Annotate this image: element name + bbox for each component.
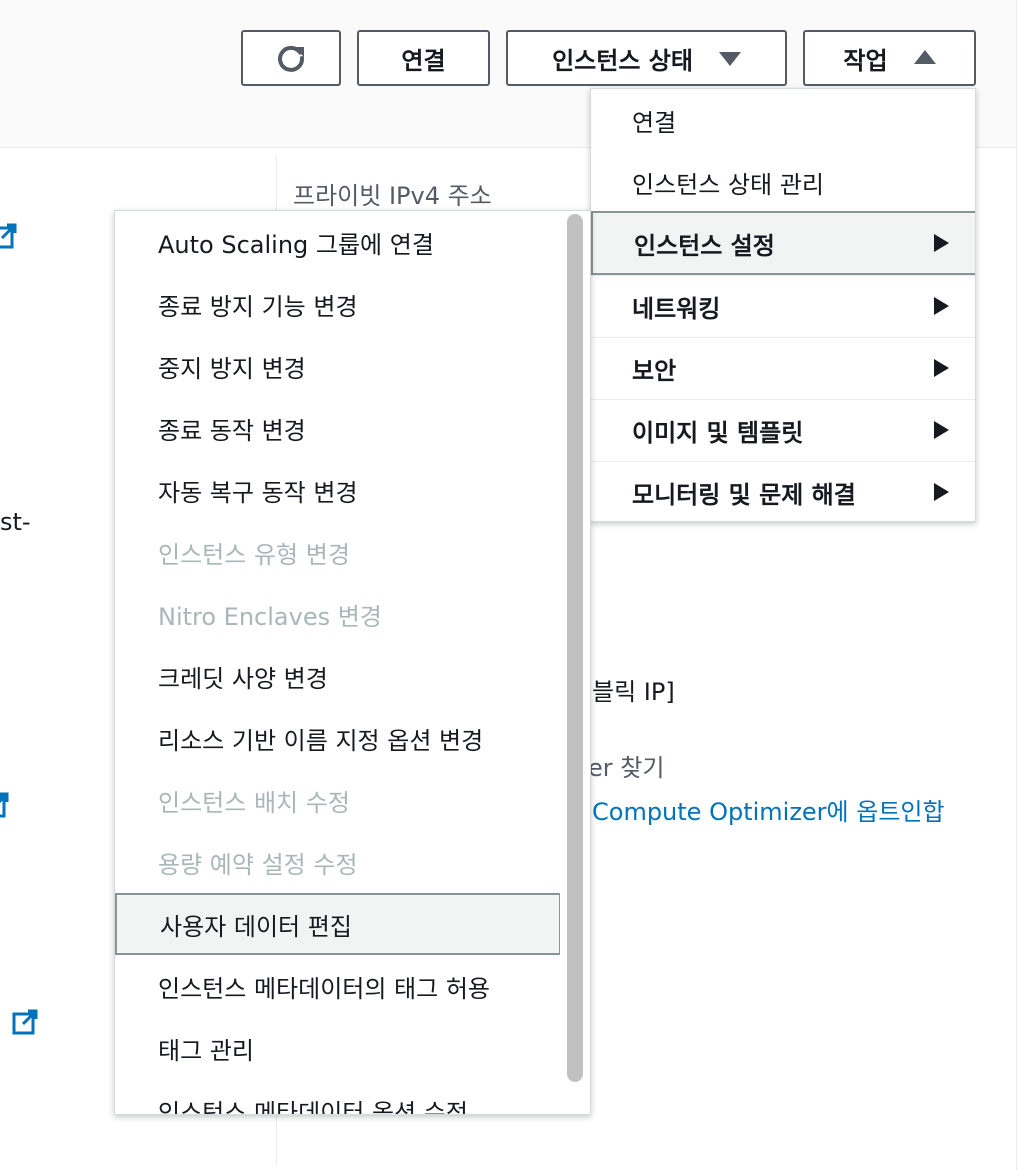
submenu-item-capacity-reservation: 용량 예약 설정 수정 bbox=[115, 831, 561, 893]
menu-item-label: 이미지 및 템플릿 bbox=[632, 419, 804, 447]
menu-item-label: 네트워킹 bbox=[632, 295, 721, 323]
submenu-scrollbar-thumb[interactable] bbox=[567, 214, 583, 1082]
right-panel-edge bbox=[1016, 0, 1028, 1170]
chevron-right-icon bbox=[934, 234, 949, 252]
submenu-item-label: 인스턴스 메타데이터 옵션 수정 bbox=[158, 1098, 468, 1115]
submenu-item-label: Auto Scaling 그룹에 연결 bbox=[158, 230, 434, 259]
caret-up-icon bbox=[913, 50, 936, 64]
submenu-item-metadata-options[interactable]: 인스턴스 메타데이터 옵션 수정 bbox=[115, 1079, 561, 1115]
menu-item-label: 연결 bbox=[632, 108, 677, 137]
submenu-item-attach-auto-scaling[interactable]: Auto Scaling 그룹에 연결 bbox=[115, 211, 561, 273]
menu-item-images-templates[interactable]: 이미지 및 템플릿 bbox=[591, 399, 975, 461]
submenu-item-stop-protection[interactable]: 중지 방지 변경 bbox=[115, 335, 561, 397]
submenu-item-label: 태그 관리 bbox=[158, 1036, 254, 1065]
chevron-right-icon bbox=[934, 483, 949, 501]
submenu-item-label: 인스턴스 유형 변경 bbox=[158, 540, 350, 569]
submenu-item-label: 종료 동작 변경 bbox=[158, 416, 306, 445]
submenu-item-shutdown-behavior[interactable]: 종료 동작 변경 bbox=[115, 397, 561, 459]
submenu-item-change-instance-type: 인스턴스 유형 변경 bbox=[115, 521, 561, 583]
submenu-item-label: 크레딧 사양 변경 bbox=[158, 664, 328, 693]
menu-item-connect[interactable]: 연결 bbox=[591, 89, 975, 151]
actions-menu: 연결 인스턴스 상태 관리 인스턴스 설정 네트워킹 보안 이미지 및 템플릿 … bbox=[590, 88, 976, 522]
submenu-item-credit-specification[interactable]: 크레딧 사양 변경 bbox=[115, 645, 561, 707]
submenu-item-label: 종료 방지 기능 변경 bbox=[158, 292, 358, 321]
external-link-icon[interactable] bbox=[0, 222, 18, 250]
connect-button-label: 연결 bbox=[401, 46, 446, 75]
submenu-item-auto-recovery[interactable]: 자동 복구 동작 변경 bbox=[115, 459, 561, 521]
menu-item-monitor-troubleshoot[interactable]: 모니터링 및 문제 해결 bbox=[591, 461, 975, 521]
submenu-item-label: 용량 예약 설정 수정 bbox=[158, 850, 358, 879]
compute-optimizer-link[interactable]: Compute Optimizer에 옵트인합 bbox=[592, 792, 945, 827]
submenu-item-resource-naming[interactable]: 리소스 기반 이름 지정 옵션 변경 bbox=[115, 707, 561, 769]
submenu-item-label: 사용자 데이터 편집 bbox=[160, 912, 352, 941]
submenu-item-edit-user-data[interactable]: 사용자 데이터 편집 bbox=[115, 893, 561, 955]
chevron-right-icon bbox=[934, 297, 949, 315]
submenu-item-metadata-tags[interactable]: 인스턴스 메타데이터의 태그 허용 bbox=[115, 955, 561, 1017]
menu-item-label: 보안 bbox=[632, 357, 677, 385]
submenu-item-label: 인스턴스 메타데이터의 태그 허용 bbox=[158, 974, 491, 1003]
menu-item-networking[interactable]: 네트워킹 bbox=[591, 275, 975, 337]
external-link-icon[interactable] bbox=[0, 791, 10, 819]
connect-button[interactable]: 연결 bbox=[357, 30, 490, 86]
menu-item-label: 인스턴스 설정 bbox=[634, 231, 775, 260]
menu-item-security[interactable]: 보안 bbox=[591, 337, 975, 399]
menu-item-label: 인스턴스 상태 관리 bbox=[632, 170, 824, 199]
submenu-item-instance-placement: 인스턴스 배치 수정 bbox=[115, 769, 561, 831]
instance-settings-submenu: Auto Scaling 그룹에 연결 종료 방지 기능 변경 중지 방지 변경… bbox=[114, 210, 591, 1115]
menu-item-instance-settings[interactable]: 인스턴스 설정 bbox=[591, 211, 975, 275]
menu-item-manage-instance-state[interactable]: 인스턴스 상태 관리 bbox=[591, 151, 975, 213]
external-link-icon[interactable] bbox=[11, 1008, 39, 1036]
instance-state-button-label: 인스턴스 상태 bbox=[552, 46, 693, 75]
submenu-item-label: 인스턴스 배치 수정 bbox=[158, 788, 350, 817]
menu-item-label: 모니터링 및 문제 해결 bbox=[632, 481, 856, 509]
submenu-item-termination-protection[interactable]: 종료 방지 기능 변경 bbox=[115, 273, 561, 335]
submenu-item-nitro-enclaves: Nitro Enclaves 변경 bbox=[115, 583, 561, 645]
submenu-item-label: 리소스 기반 이름 지정 옵션 변경 bbox=[158, 726, 484, 755]
caret-down-icon bbox=[718, 52, 741, 66]
refresh-icon bbox=[274, 41, 308, 75]
actions-button[interactable]: 작업 bbox=[803, 30, 976, 86]
submenu-item-manage-tags[interactable]: 태그 관리 bbox=[115, 1017, 561, 1079]
chevron-right-icon bbox=[934, 359, 949, 377]
instance-state-button[interactable]: 인스턴스 상태 bbox=[506, 30, 787, 86]
submenu-item-label: 자동 복구 동작 변경 bbox=[158, 478, 358, 507]
actions-button-label: 작업 bbox=[843, 46, 888, 75]
refresh-button[interactable] bbox=[241, 30, 341, 86]
truncated-value: st- bbox=[0, 508, 31, 536]
submenu-item-label: 중지 방지 변경 bbox=[158, 354, 306, 383]
private-ipv4-label: 프라이빗 IPv4 주소 bbox=[293, 182, 492, 210]
finder-label: er 찾기 bbox=[588, 754, 665, 782]
submenu-item-label: Nitro Enclaves 변경 bbox=[158, 602, 382, 631]
public-ip-label: 블릭 IP] bbox=[592, 678, 675, 706]
chevron-right-icon bbox=[934, 421, 949, 439]
